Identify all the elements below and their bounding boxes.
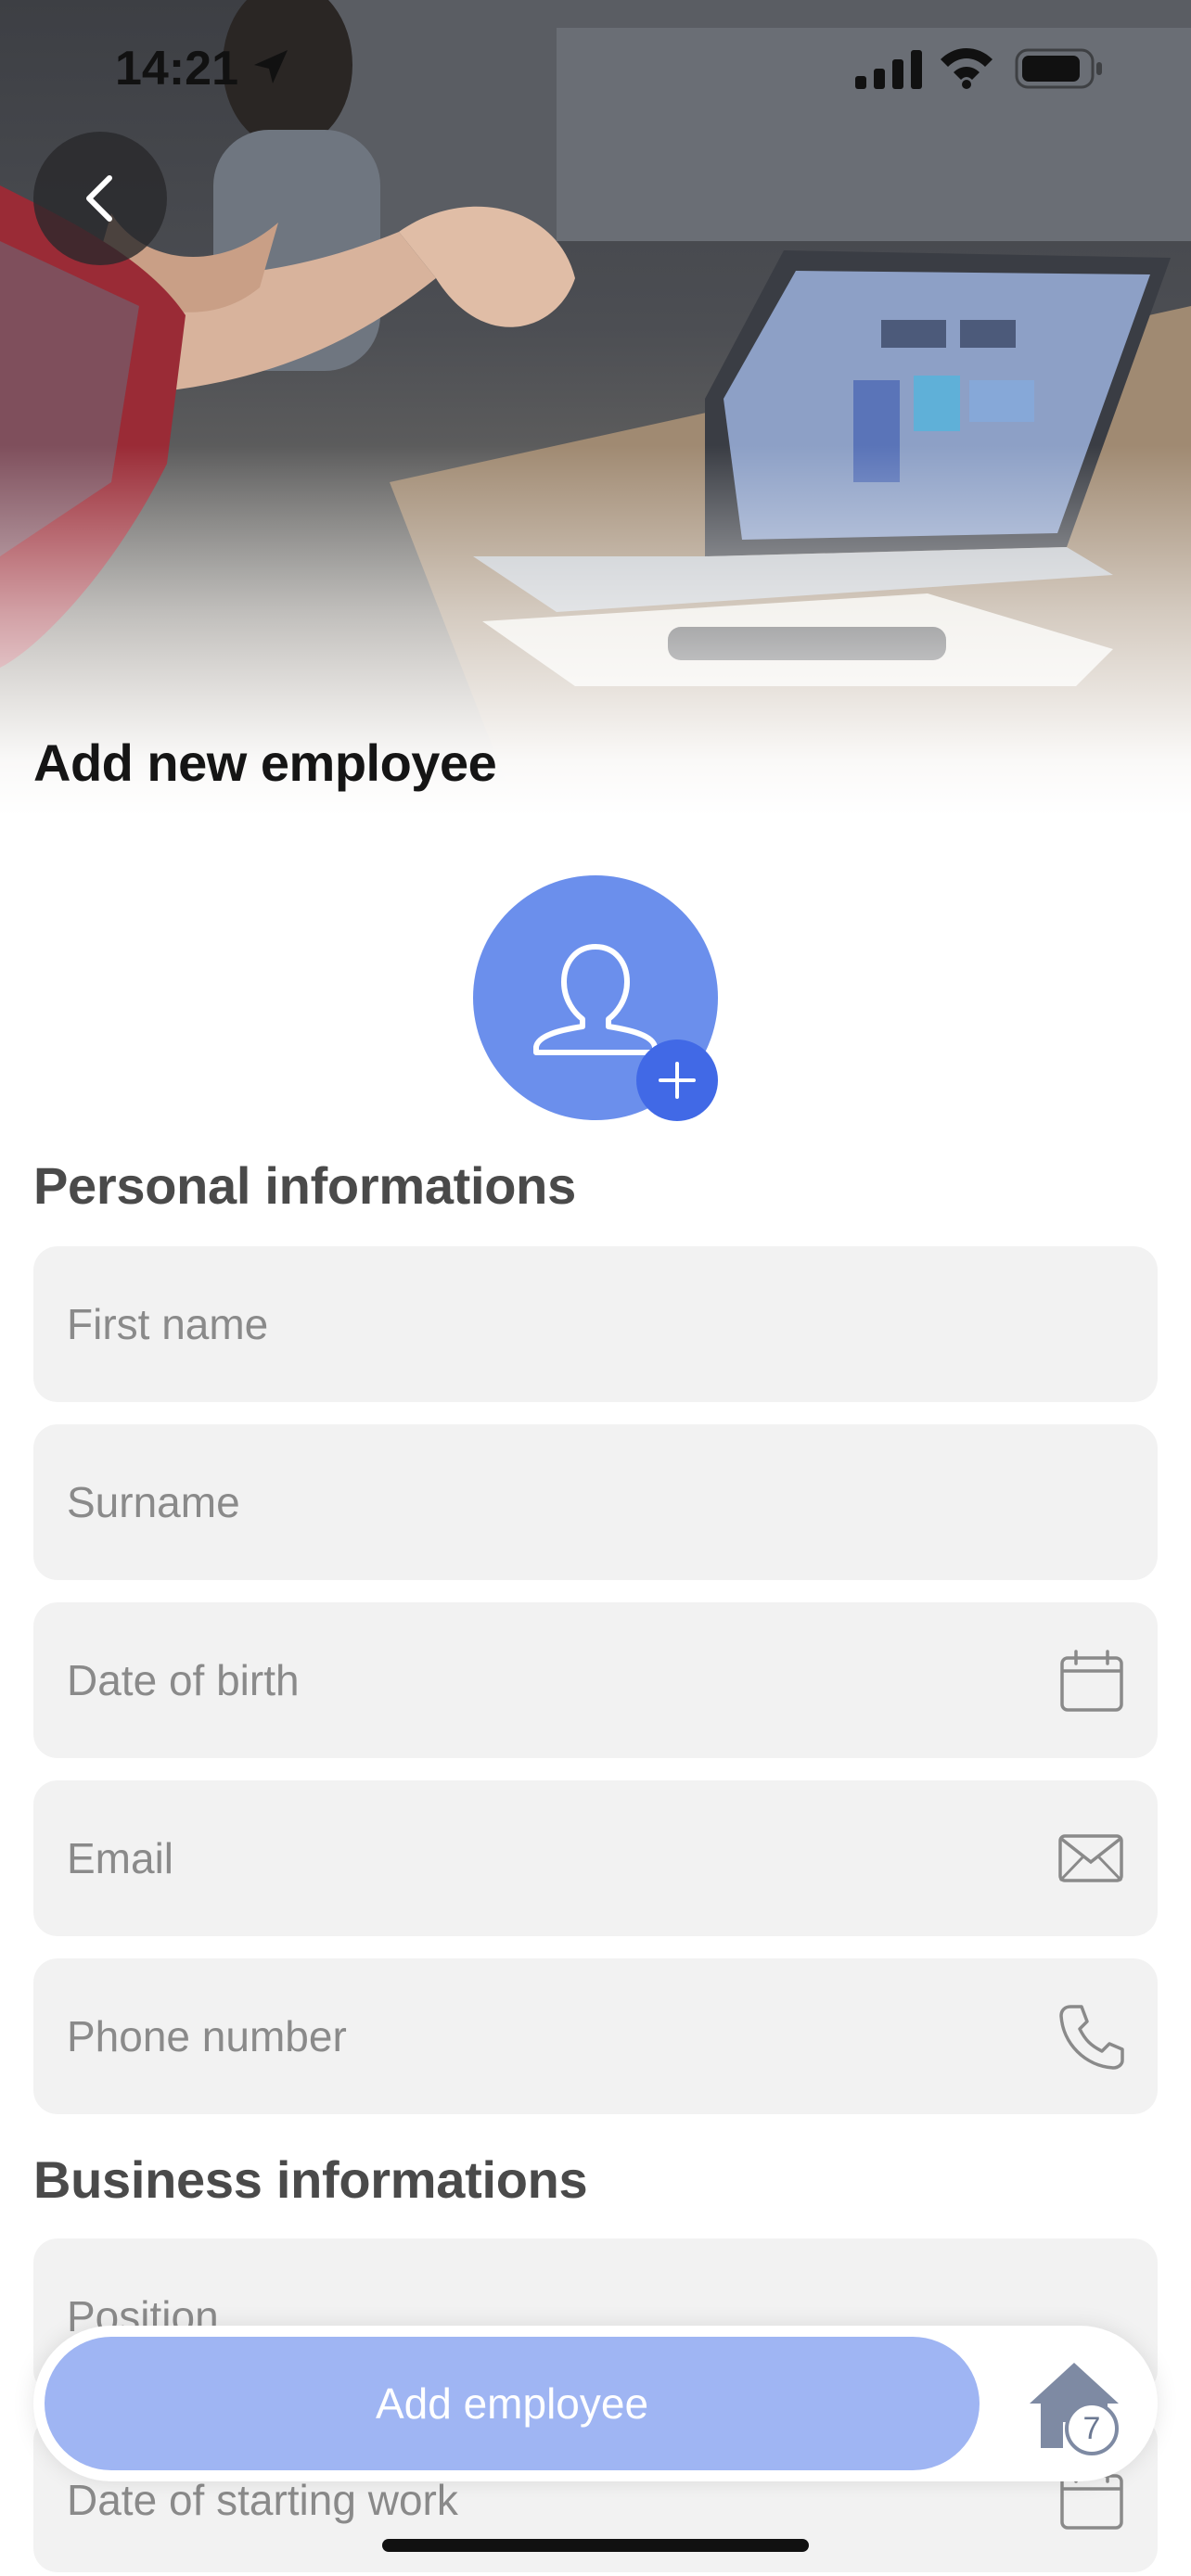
surname-field[interactable]: Surname bbox=[33, 1424, 1158, 1580]
user-icon bbox=[533, 944, 658, 1055]
date-of-birth-field[interactable]: Date of birth bbox=[33, 1602, 1158, 1758]
signal-icon bbox=[855, 50, 922, 89]
envelope-icon bbox=[1058, 1834, 1123, 1882]
wifi-icon bbox=[941, 48, 992, 89]
home-indicator bbox=[382, 2539, 809, 2552]
status-bar: 14:21 bbox=[0, 0, 1191, 139]
bottom-action-bar: Add employee bbox=[33, 2326, 1158, 2481]
status-time: 14:21 bbox=[115, 42, 238, 96]
page-title: Add new employee bbox=[33, 733, 497, 792]
email-placeholder: Email bbox=[67, 1834, 174, 1882]
home-badge: 7 bbox=[1065, 2402, 1119, 2455]
first-name-placeholder: First name bbox=[67, 1300, 269, 1348]
back-button[interactable] bbox=[33, 132, 167, 265]
location-arrow-icon bbox=[254, 50, 288, 83]
phone-number-placeholder: Phone number bbox=[67, 2012, 347, 2060]
date-of-birth-placeholder: Date of birth bbox=[67, 1656, 300, 1704]
phone-icon bbox=[1059, 2005, 1124, 2070]
plus-icon bbox=[659, 1062, 696, 1099]
add-photo-button[interactable] bbox=[636, 1039, 718, 1121]
first-name-field[interactable]: First name bbox=[33, 1246, 1158, 1402]
section-title-personal: Personal informations bbox=[33, 1156, 576, 1215]
surname-placeholder: Surname bbox=[67, 1478, 240, 1526]
add-employee-button[interactable]: Add employee bbox=[45, 2337, 980, 2470]
phone-number-field[interactable]: Phone number bbox=[33, 1958, 1158, 2114]
email-field[interactable]: Email bbox=[33, 1780, 1158, 1936]
battery-icon bbox=[1015, 48, 1102, 89]
calendar-icon[interactable] bbox=[1059, 1649, 1124, 1714]
section-title-business: Business informations bbox=[33, 2150, 588, 2209]
chevron-left-icon bbox=[86, 175, 112, 222]
